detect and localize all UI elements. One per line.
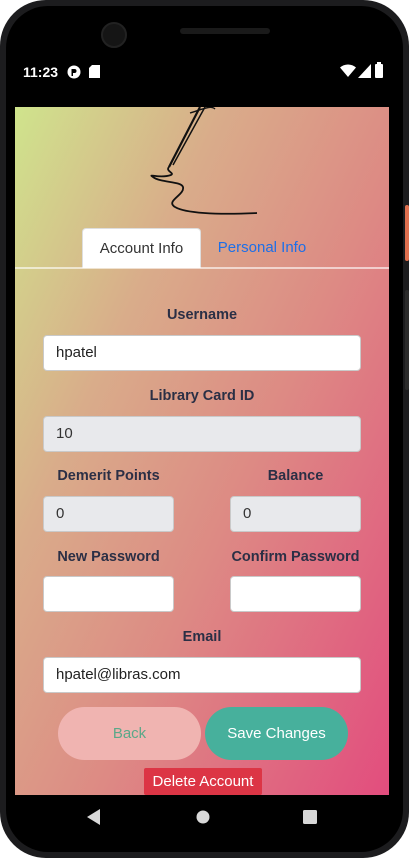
volume-button: [405, 290, 409, 390]
demerit-points-field: 0: [43, 496, 174, 532]
tab-account-info[interactable]: Account Info: [82, 228, 201, 268]
delete-account-button[interactable]: Delete Account: [144, 768, 262, 795]
sd-card-icon: [89, 65, 100, 81]
navigation-bar: [15, 795, 389, 839]
status-time: 11:23: [23, 64, 59, 80]
email-label: Email: [182, 629, 222, 645]
recents-nav-icon[interactable]: [303, 810, 317, 829]
new-password-label: New Password: [57, 549, 160, 565]
library-card-field: 10: [43, 416, 361, 452]
confirm-password-field[interactable]: [230, 576, 361, 612]
balance-field: 0: [230, 496, 361, 532]
confirm-password-label: Confirm Password: [231, 549, 360, 565]
signal-icon: [358, 64, 371, 81]
save-changes-button[interactable]: Save Changes: [205, 707, 348, 760]
tab-personal-info[interactable]: Personal Info: [207, 228, 317, 268]
username-field[interactable]: hpatel: [43, 335, 361, 371]
library-card-label: Library Card ID: [149, 388, 255, 404]
earpiece-speaker: [180, 28, 270, 34]
power-button: [405, 205, 409, 261]
back-button[interactable]: Back: [58, 707, 201, 760]
back-nav-icon[interactable]: [87, 809, 101, 830]
status-bar: 11:23: [15, 56, 389, 88]
battery-icon: [375, 62, 383, 81]
demerit-points-label: Demerit Points: [57, 468, 160, 484]
account-screen: Account Info Personal Info Username hpat…: [15, 107, 389, 795]
front-camera: [101, 22, 127, 48]
new-password-field[interactable]: [43, 576, 174, 612]
tab-divider: [15, 267, 389, 269]
signature-logo: [150, 107, 258, 215]
home-nav-icon[interactable]: [196, 810, 210, 829]
balance-label: Balance: [267, 468, 324, 484]
wifi-icon: [340, 64, 356, 81]
email-field[interactable]: hpatel@libras.com: [43, 657, 361, 693]
app-notification-icon: [67, 65, 81, 82]
username-label: Username: [166, 307, 238, 323]
